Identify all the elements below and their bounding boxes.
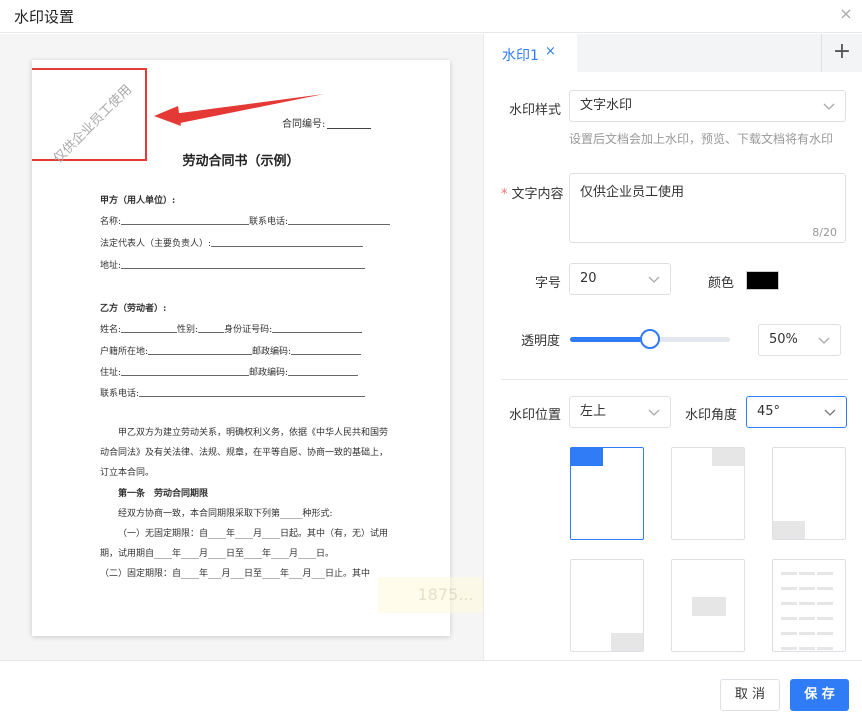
size-label: 字号 <box>535 276 562 291</box>
style-select[interactable]: 文字水印 <box>569 90 846 122</box>
tab-close-icon[interactable]: × <box>545 44 556 59</box>
section-divider <box>501 379 848 380</box>
chevron-down-icon <box>823 103 835 110</box>
angle-select-value: 45° <box>757 404 781 419</box>
color-label: 颜色 <box>708 276 735 291</box>
position-select-value: 左上 <box>580 404 607 419</box>
angle-label: 水印角度 <box>685 408 738 423</box>
close-icon[interactable]: × <box>836 4 856 24</box>
position-option-center[interactable] <box>671 559 745 652</box>
position-option-bottom-right[interactable] <box>570 559 644 652</box>
chevron-down-icon <box>824 409 836 416</box>
chevron-down-icon <box>648 409 660 416</box>
size-select-value: 20 <box>580 271 597 286</box>
position-option-bottom-left[interactable] <box>772 447 846 540</box>
tab-watermark-1[interactable]: 水印1 × <box>485 34 577 72</box>
size-select[interactable]: 20 <box>569 263 671 295</box>
position-option-top-right[interactable] <box>671 447 745 540</box>
position-block <box>712 448 744 466</box>
char-count: 8/20 <box>812 226 837 239</box>
preview-panel: 合同编号: 劳动合同书（示例） 甲方（用人单位）: 名称: 联系电话: 法定代表人… <box>0 34 484 660</box>
chevron-down-icon <box>818 337 830 344</box>
red-arrow-icon <box>154 94 324 126</box>
opacity-select[interactable]: 50% <box>758 324 841 356</box>
required-mark: * <box>501 187 508 202</box>
content-label-row: * 文字内容 <box>501 183 564 202</box>
style-select-value: 文字水印 <box>580 98 633 113</box>
document-preview: 合同编号: 劳动合同书（示例） 甲方（用人单位）: 名称: 联系电话: 法定代表人… <box>32 60 450 636</box>
content-textarea[interactable]: 仅供企业员工使用 8/20 <box>569 173 846 243</box>
position-option-tiled[interactable] <box>772 559 846 652</box>
position-option-top-left[interactable] <box>570 447 644 540</box>
settings-panel: 水印1 × + 水印样式 文字水印 设置后文档会加上水印，预览、下载文档将有水印… <box>485 34 862 660</box>
opacity-slider-thumb[interactable] <box>640 329 660 349</box>
opacity-select-value: 50% <box>769 332 798 347</box>
chevron-down-icon <box>648 276 660 283</box>
watermark-tabs: 水印1 × + <box>485 34 862 72</box>
opacity-slider-fill <box>570 337 650 342</box>
cancel-button[interactable]: 取 消 <box>720 679 780 711</box>
style-hint: 设置后文档会加上水印，预览、下载文档将有水印 <box>569 132 834 146</box>
dialog-title: 水印设置 <box>14 8 75 26</box>
faint-overlay-text: 1875... <box>378 577 483 613</box>
content-label: 文字内容 <box>511 187 564 202</box>
dialog-footer: 取 消 保 存 <box>0 660 862 727</box>
position-select[interactable]: 左上 <box>569 396 671 428</box>
opacity-slider[interactable] <box>570 329 730 349</box>
tiled-blocks <box>780 569 840 660</box>
opacity-label: 透明度 <box>521 334 561 349</box>
position-block <box>611 633 643 651</box>
content-textarea-value: 仅供企业员工使用 <box>580 185 685 200</box>
tab-label: 水印1 <box>502 48 539 64</box>
angle-select[interactable]: 45° <box>746 396 847 428</box>
position-block <box>773 521 805 539</box>
position-block <box>571 448 603 466</box>
color-picker[interactable] <box>746 271 779 290</box>
position-label: 水印位置 <box>509 408 562 423</box>
dialog-header: 水印设置 × <box>0 0 862 33</box>
add-tab-icon[interactable]: + <box>821 34 862 72</box>
style-label: 水印样式 <box>509 103 562 118</box>
save-button[interactable]: 保 存 <box>790 679 849 711</box>
position-block <box>692 597 726 616</box>
